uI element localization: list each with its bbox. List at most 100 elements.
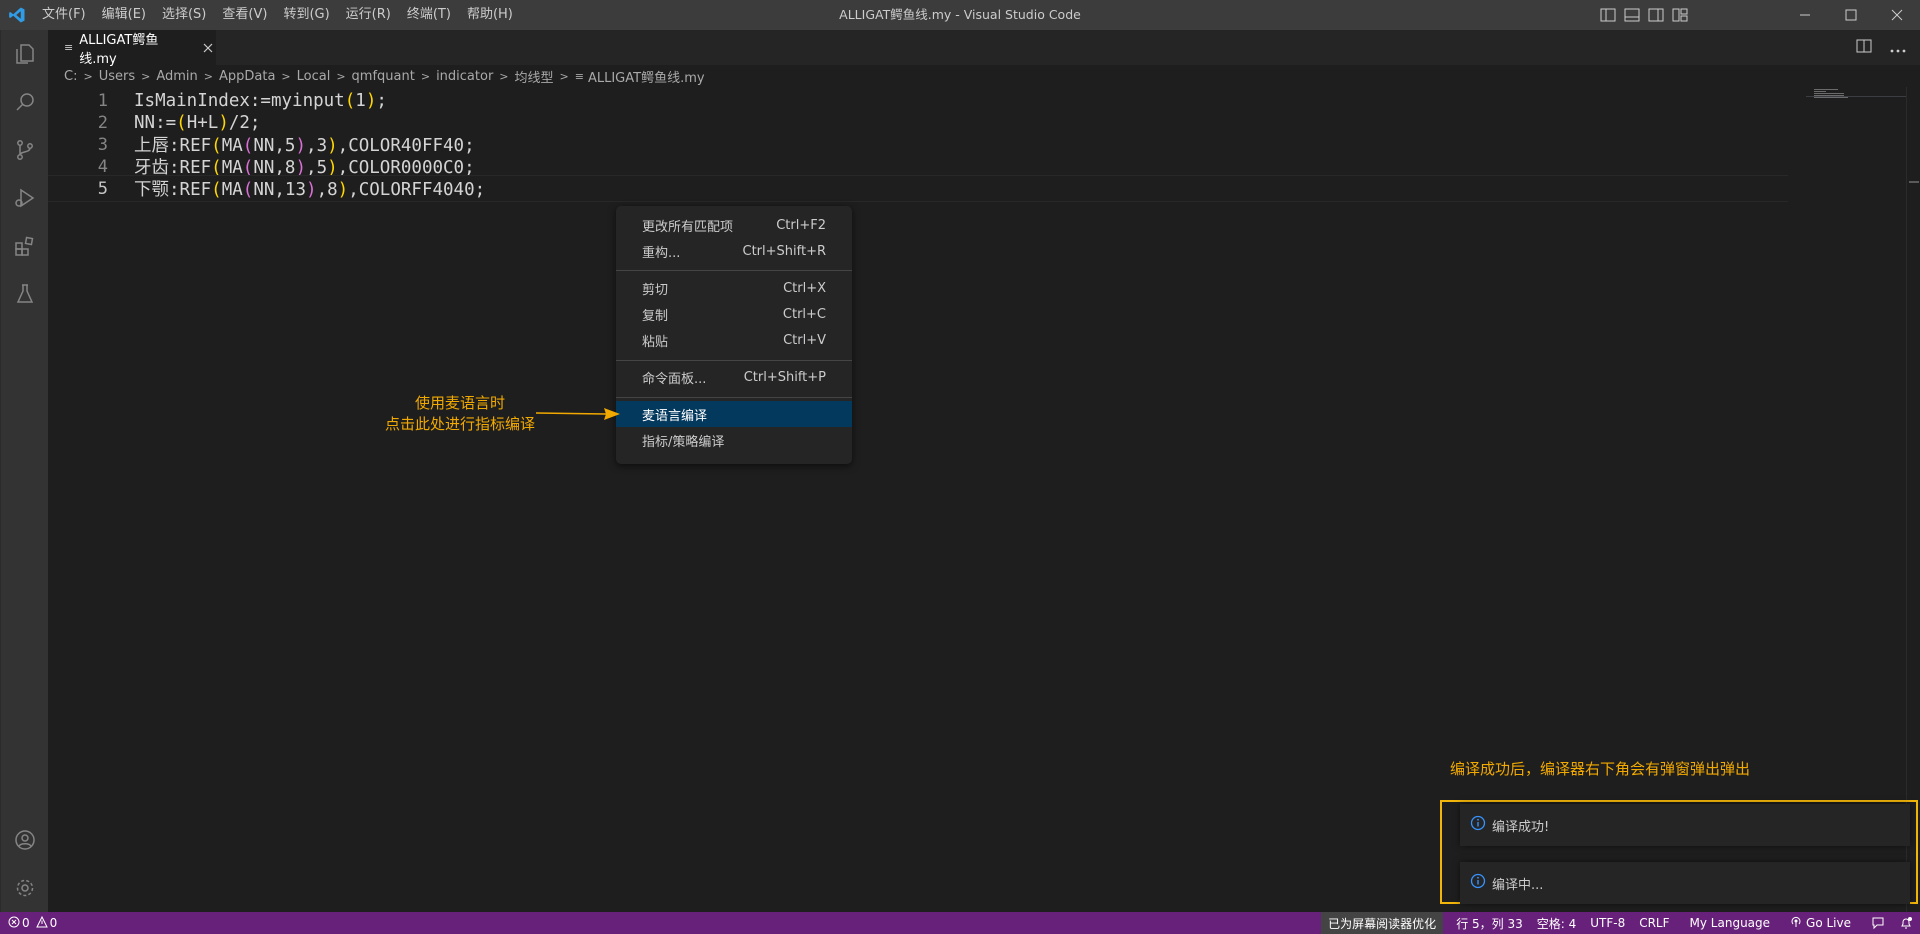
maximize-icon[interactable] <box>1828 0 1874 30</box>
code-token: NN,13 <box>253 180 307 200</box>
more-actions-icon[interactable] <box>1890 38 1906 57</box>
breadcrumb-item[interactable]: ALLIGAT鳄鱼线.my <box>588 67 705 86</box>
chevron-right-icon: > <box>559 69 569 83</box>
info-icon <box>1470 815 1486 835</box>
menu-item-copy[interactable]: 复制 Ctrl+C <box>616 301 852 327</box>
breadcrumb-item[interactable]: Local <box>297 69 331 84</box>
code-token: 下颚:REF <box>134 180 212 200</box>
status-screen-reader[interactable]: 已为屏幕阅读器优化 <box>1321 912 1444 934</box>
testing-icon[interactable] <box>1 270 49 318</box>
notifications-bell-icon[interactable] <box>1892 912 1920 934</box>
minimize-icon[interactable] <box>1782 0 1828 30</box>
run-debug-icon[interactable] <box>1 174 49 222</box>
bracket-token: ) <box>306 180 317 200</box>
close-icon[interactable] <box>1874 0 1920 30</box>
breadcrumb-item[interactable]: indicator <box>436 69 493 84</box>
menu-file[interactable]: 文件(F) <box>34 0 94 30</box>
minimap[interactable] <box>1806 87 1906 912</box>
minimap-slider[interactable] <box>1806 87 1906 97</box>
code-editor[interactable]: 1 IsMainIndex:=myinput(1); 2 NN:=(H+L)/2; 3 上… <box>48 87 1920 912</box>
menu-item-label: 剪切 <box>642 282 669 298</box>
toggle-secondary-sidebar-icon[interactable] <box>1646 5 1666 25</box>
tab-alligat[interactable]: ≡ ALLIGAT鳄鱼线.my <box>48 30 216 67</box>
menu-item-command-palette[interactable]: 命令面板... Ctrl+Shift+P <box>616 364 852 390</box>
breadcrumb-item[interactable]: 均线型 <box>515 67 554 86</box>
status-indentation[interactable]: 空格: 4 <box>1530 912 1584 934</box>
menu-item-mylang-compile[interactable]: 麦语言编译 <box>616 401 852 427</box>
breadcrumb: C: > Users > Admin > AppData > Local > qmfqua… <box>48 65 1920 87</box>
menu-bar: 文件(F) 编辑(E) 选择(S) 查看(V) 转到(G) 运行(R) 终端(T… <box>34 0 521 30</box>
chevron-right-icon: > <box>83 69 93 83</box>
menu-item-label: 重构... <box>642 245 681 261</box>
layout-controls <box>1598 0 1690 30</box>
scroll-marker <box>1909 181 1919 183</box>
tab-close-icon[interactable] <box>199 39 216 57</box>
menu-edit[interactable]: 编辑(E) <box>94 0 154 30</box>
notification-message: 编译成功! <box>1492 819 1550 835</box>
status-problems[interactable]: 0 0 <box>8 912 57 934</box>
search-icon[interactable] <box>1 78 49 126</box>
chevron-right-icon: > <box>203 69 213 83</box>
split-editor-icon[interactable] <box>1856 38 1872 57</box>
breadcrumb-item[interactable]: AppData <box>219 69 275 84</box>
menu-terminal[interactable]: 终端(T) <box>399 0 459 30</box>
menu-go[interactable]: 转到(G) <box>275 0 337 30</box>
notification-toast[interactable]: 编译中... <box>1460 862 1910 904</box>
code-token: ; <box>376 90 387 111</box>
tab-label: ALLIGAT鳄鱼线.my <box>79 32 159 67</box>
vertical-scrollbar[interactable] <box>1906 87 1920 912</box>
status-language-mode[interactable]: My Language <box>1683 912 1778 934</box>
breadcrumb-item[interactable]: Admin <box>156 69 197 84</box>
menu-item-change-all-occurrences[interactable]: 更改所有匹配项 Ctrl+F2 <box>616 212 852 238</box>
breadcrumb-item[interactable]: C: <box>64 69 77 84</box>
notification-message: 编译中... <box>1492 877 1544 893</box>
breadcrumb-item[interactable]: qmfquant <box>352 69 415 84</box>
menu-help[interactable]: 帮助(H) <box>459 0 521 30</box>
menu-item-label: 指标/策略编译 <box>642 434 725 450</box>
account-icon[interactable] <box>1 816 49 864</box>
vscode-window: 文件(F) 编辑(E) 选择(S) 查看(V) 转到(G) 运行(R) 终端(T… <box>0 0 1920 934</box>
toggle-primary-sidebar-icon[interactable] <box>1598 5 1618 25</box>
notification-toast[interactable]: 编译成功! <box>1460 804 1910 846</box>
menu-item-label: 命令面板... <box>642 371 707 387</box>
context-menu: 更改所有匹配项 Ctrl+F2 重构... Ctrl+Shift+R 剪切 Ctrl+… <box>616 206 852 464</box>
explorer-icon[interactable] <box>1 30 49 78</box>
menu-item-paste[interactable]: 粘贴 Ctrl+V <box>616 327 852 353</box>
file-lines-icon: ≡ <box>64 41 74 54</box>
warning-icon <box>35 915 48 931</box>
line-number: 4 <box>97 156 108 177</box>
line-number: 1 <box>97 90 108 111</box>
menu-item-label: 更改所有匹配项 <box>642 219 734 235</box>
status-encoding[interactable]: UTF-8 <box>1583 912 1632 934</box>
menu-separator <box>616 270 852 271</box>
source-control-icon[interactable] <box>1 126 49 174</box>
code-line[interactable]: 5 下颚:REF(MA(NN,13),8),COLORFF4040; <box>48 175 1788 202</box>
status-right-items: 已为屏幕阅读器优化 行 5，列 33 空格: 4 UTF-8 CRLF My L… <box>1321 912 1920 934</box>
breadcrumb-item[interactable]: Users <box>99 69 135 84</box>
warning-count: 0 <box>49 916 58 930</box>
bracket-token: ( <box>242 180 254 200</box>
status-cursor-position[interactable]: 行 5，列 33 <box>1449 912 1530 934</box>
menu-selection[interactable]: 选择(S) <box>154 0 214 30</box>
menu-view[interactable]: 查看(V) <box>214 0 275 30</box>
menu-item-refactor[interactable]: 重构... Ctrl+Shift+R <box>616 238 852 264</box>
line-code: 下颚:REF(MA(NN,13),8),COLORFF4040; <box>134 176 485 201</box>
status-go-live[interactable]: Go Live <box>1783 912 1858 934</box>
extensions-icon[interactable] <box>1 222 49 270</box>
customize-layout-icon[interactable] <box>1670 5 1690 25</box>
menu-item-indicator-strategy-compile[interactable]: 指标/策略编译 <box>616 427 852 453</box>
annotation-compile-hint: 使用麦语言时 点击此处进行指标编译 <box>360 393 560 435</box>
menu-item-cut[interactable]: 剪切 Ctrl+X <box>616 275 852 301</box>
manage-gear-icon[interactable] <box>1 864 49 912</box>
line-code: NN:=(H+L)/2; <box>134 113 260 133</box>
menu-run[interactable]: 运行(R) <box>338 0 399 30</box>
menu-item-shortcut: Ctrl+F2 <box>776 217 826 233</box>
bracket-token: ) <box>365 90 377 111</box>
go-live-label: Go Live <box>1806 916 1851 930</box>
status-eol[interactable]: CRLF <box>1632 912 1676 934</box>
toggle-panel-icon[interactable] <box>1622 5 1642 25</box>
notifications-highlight-box: 编译成功! 编译中... <box>1440 800 1918 904</box>
feedback-icon[interactable] <box>1864 912 1892 934</box>
menu-item-label: 粘贴 <box>642 334 669 350</box>
bracket-token: ( <box>211 180 222 200</box>
